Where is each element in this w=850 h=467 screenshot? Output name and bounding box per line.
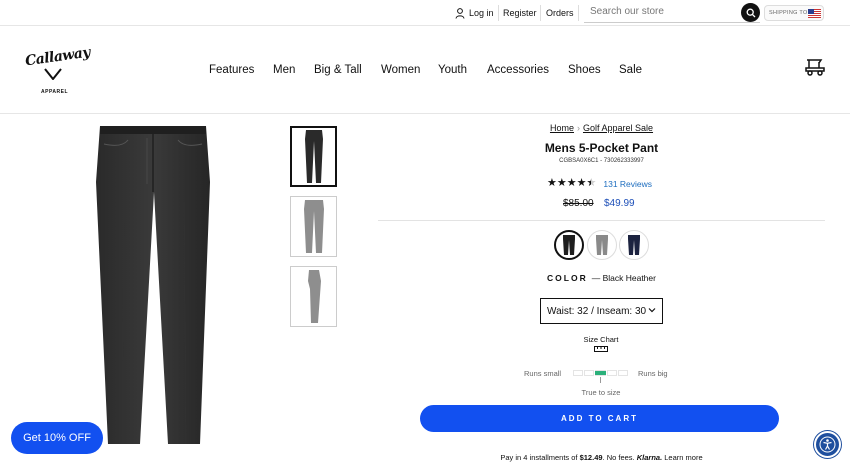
pant-swatch-icon bbox=[628, 235, 640, 255]
klarna-amount: $12.49 bbox=[579, 453, 603, 462]
size-chart-label: Size Chart bbox=[583, 335, 619, 344]
thumbnail-back[interactable] bbox=[290, 196, 337, 257]
swatch-grey[interactable] bbox=[587, 230, 617, 260]
breadcrumb-category[interactable]: Golf Apparel Sale bbox=[583, 123, 653, 133]
breadcrumb-home[interactable]: Home bbox=[550, 123, 574, 133]
product-title: Mens 5-Pocket Pant bbox=[544, 141, 659, 155]
promo-button[interactable]: Get 10% OFF bbox=[11, 422, 103, 454]
nav-sale[interactable]: Sale bbox=[619, 64, 642, 76]
pant-swatch-icon bbox=[563, 235, 575, 255]
color-row: COLOR — Black Heather bbox=[378, 273, 825, 283]
star-full-icon: ★ bbox=[566, 177, 577, 189]
nav-features[interactable]: Features bbox=[209, 64, 254, 76]
ruler-icon bbox=[594, 346, 608, 352]
fit-segment bbox=[606, 370, 617, 376]
fit-segment bbox=[584, 370, 595, 376]
site-header: Callaway APPAREL Features Men Big & Tall… bbox=[0, 27, 850, 114]
klarna-logo: Klarna. bbox=[636, 453, 663, 462]
nav-youth[interactable]: Youth bbox=[438, 64, 467, 76]
breadcrumb-separator: › bbox=[576, 123, 580, 133]
klarna-learn-more[interactable]: Learn more bbox=[664, 453, 702, 462]
breadcrumb: Home › Golf Apparel Sale bbox=[378, 123, 825, 133]
pant-swatch-icon bbox=[596, 235, 608, 255]
accessibility-button[interactable] bbox=[814, 431, 841, 458]
search-input[interactable] bbox=[590, 6, 740, 17]
nav-big-tall[interactable]: Big & Tall bbox=[314, 64, 362, 76]
search-button[interactable] bbox=[741, 3, 760, 22]
utility-bar: Log in Register Orders SHIPPING TO bbox=[0, 0, 850, 26]
search-icon bbox=[746, 8, 755, 17]
pant-thumbnail-icon bbox=[307, 270, 321, 323]
size-select-value: Waist: 32 / Inseam: 30 bbox=[547, 305, 647, 317]
golf-cart-icon[interactable] bbox=[804, 58, 826, 76]
nav-shoes[interactable]: Shoes bbox=[568, 64, 601, 76]
section-divider bbox=[378, 220, 825, 221]
product-main-image[interactable] bbox=[92, 122, 214, 448]
divider bbox=[578, 5, 579, 21]
user-icon[interactable] bbox=[455, 8, 465, 19]
size-select[interactable]: Waist: 32 / Inseam: 30 bbox=[540, 298, 663, 324]
nav-accessories[interactable]: Accessories bbox=[487, 64, 549, 76]
add-to-cart-button[interactable]: ADD TO CART bbox=[420, 405, 779, 432]
brand-wordmark: Callaway bbox=[24, 44, 91, 70]
thumbnail-front[interactable] bbox=[290, 126, 337, 187]
orders-link[interactable]: Orders bbox=[546, 8, 574, 18]
star-full-icon: ★ bbox=[576, 177, 587, 189]
brand-subtitle: APPAREL bbox=[41, 89, 69, 95]
pant-thumbnail-icon bbox=[303, 200, 324, 253]
fit-runs-small: Runs small bbox=[524, 369, 562, 378]
star-full-icon: ★ bbox=[556, 177, 567, 189]
color-label: COLOR bbox=[547, 273, 588, 283]
us-flag-icon bbox=[808, 9, 821, 18]
register-link[interactable]: Register bbox=[503, 8, 537, 18]
thumbnail-side[interactable] bbox=[290, 266, 337, 327]
fit-marker bbox=[595, 371, 606, 375]
star-half-icon: ★★ bbox=[586, 177, 597, 189]
swatch-navy[interactable] bbox=[619, 230, 649, 260]
fit-tick bbox=[600, 377, 601, 383]
size-chart-link[interactable]: Size Chart bbox=[566, 335, 636, 352]
nav-men[interactable]: Men bbox=[273, 64, 295, 76]
original-price: $85.00 bbox=[563, 198, 594, 209]
divider bbox=[540, 5, 541, 21]
color-value: — Black Heather bbox=[591, 273, 656, 283]
chevron-logo-icon bbox=[44, 68, 62, 80]
klarna-mid: . No fees. bbox=[602, 453, 637, 462]
divider bbox=[498, 5, 499, 21]
klarna-prefix: Pay in 4 installments of bbox=[500, 453, 580, 462]
brand-logo[interactable]: Callaway APPAREL bbox=[22, 45, 91, 99]
star-full-icon: ★ bbox=[547, 177, 557, 189]
search-box bbox=[584, 3, 760, 23]
login-link[interactable]: Log in bbox=[469, 8, 494, 18]
shipping-selector[interactable]: SHIPPING TO bbox=[764, 5, 824, 21]
fit-segment bbox=[617, 370, 629, 376]
fit-runs-big: Runs big bbox=[638, 369, 668, 378]
pant-thumbnail-icon bbox=[304, 130, 323, 183]
chevron-down-icon bbox=[648, 308, 656, 313]
sale-price: $49.99 bbox=[604, 198, 635, 209]
fit-true-to-size: True to size bbox=[581, 388, 621, 397]
shipping-label: SHIPPING TO bbox=[769, 10, 808, 16]
product-sku: CGBSA0X6C1 - 730262333997 bbox=[559, 158, 644, 164]
reviews-link[interactable]: 131 Reviews bbox=[603, 179, 652, 189]
accessibility-icon bbox=[819, 436, 836, 453]
nav-women[interactable]: Women bbox=[381, 64, 420, 76]
swatch-black-heather[interactable] bbox=[554, 230, 584, 260]
klarna-message: Pay in 4 installments of $12.49. No fees… bbox=[378, 453, 825, 462]
fit-segment bbox=[573, 370, 584, 376]
rating-row[interactable]: ★ ★ ★ ★ ★★ 131 Reviews bbox=[547, 178, 652, 189]
